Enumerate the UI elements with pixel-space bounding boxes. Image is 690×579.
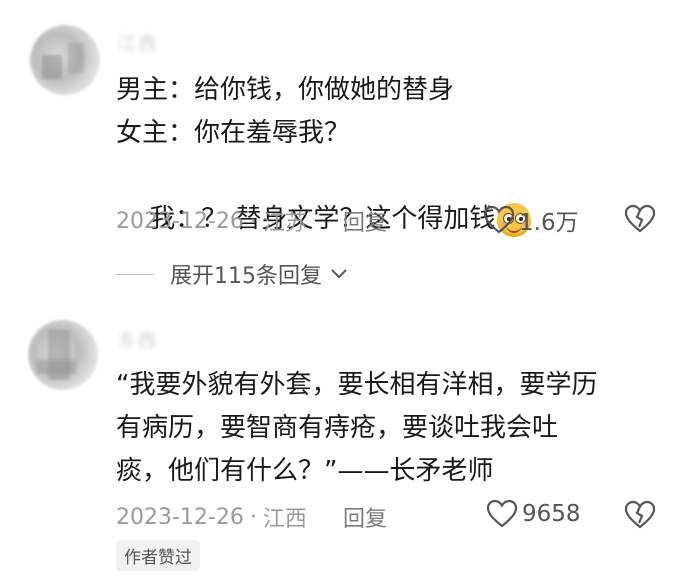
separator-dot: ·	[249, 208, 257, 234]
heart-icon	[483, 205, 515, 234]
reply-button[interactable]: 回复	[343, 205, 387, 237]
comment-meta: 2023-12-26 · 江西	[116, 501, 307, 533]
expand-replies-button[interactable]: 展开115条回复	[116, 258, 350, 290]
broken-heart-icon	[624, 500, 656, 529]
comment-text-line: “我要外貌有外套，要长相有洋相，要学历	[116, 370, 598, 400]
comment-date: 2023-12-26	[116, 504, 244, 530]
broken-heart-icon	[624, 204, 656, 233]
like-button[interactable]: 1.6万	[483, 203, 579, 237]
like-count: 9658	[522, 501, 581, 527]
avatar[interactable]	[28, 320, 98, 390]
username[interactable]: 江西	[118, 30, 166, 55]
expand-replies-label: 展开115条回复	[170, 264, 322, 289]
comment-text-line: 痰，他们有什么？”——长矛老师	[116, 456, 494, 486]
divider	[116, 273, 154, 275]
comment-text-line: 男主：给你钱，你做她的替身	[116, 75, 455, 105]
like-count: 1.6万	[519, 210, 579, 236]
author-liked-badge: 作者赞过	[116, 540, 200, 571]
like-button[interactable]: 9658	[486, 499, 581, 529]
comment-text-line: 女主：你在羞辱我？	[116, 118, 351, 148]
comment-meta: 2023-12-26 · 江苏	[116, 205, 307, 237]
avatar[interactable]	[30, 25, 100, 95]
comment-text-line: 有病历，要智商有痔疮，要谈吐我会吐	[116, 413, 559, 443]
heart-icon	[486, 499, 518, 528]
comment-location: 江西	[262, 507, 307, 532]
chevron-down-icon	[331, 269, 347, 279]
comment-date: 2023-12-26	[116, 208, 244, 234]
dislike-button[interactable]	[624, 500, 656, 534]
username[interactable]: 东西	[118, 327, 166, 352]
dislike-button[interactable]	[624, 204, 656, 238]
separator-dot: ·	[249, 504, 257, 530]
comment-location: 江苏	[262, 211, 307, 236]
reply-button[interactable]: 回复	[343, 501, 387, 533]
